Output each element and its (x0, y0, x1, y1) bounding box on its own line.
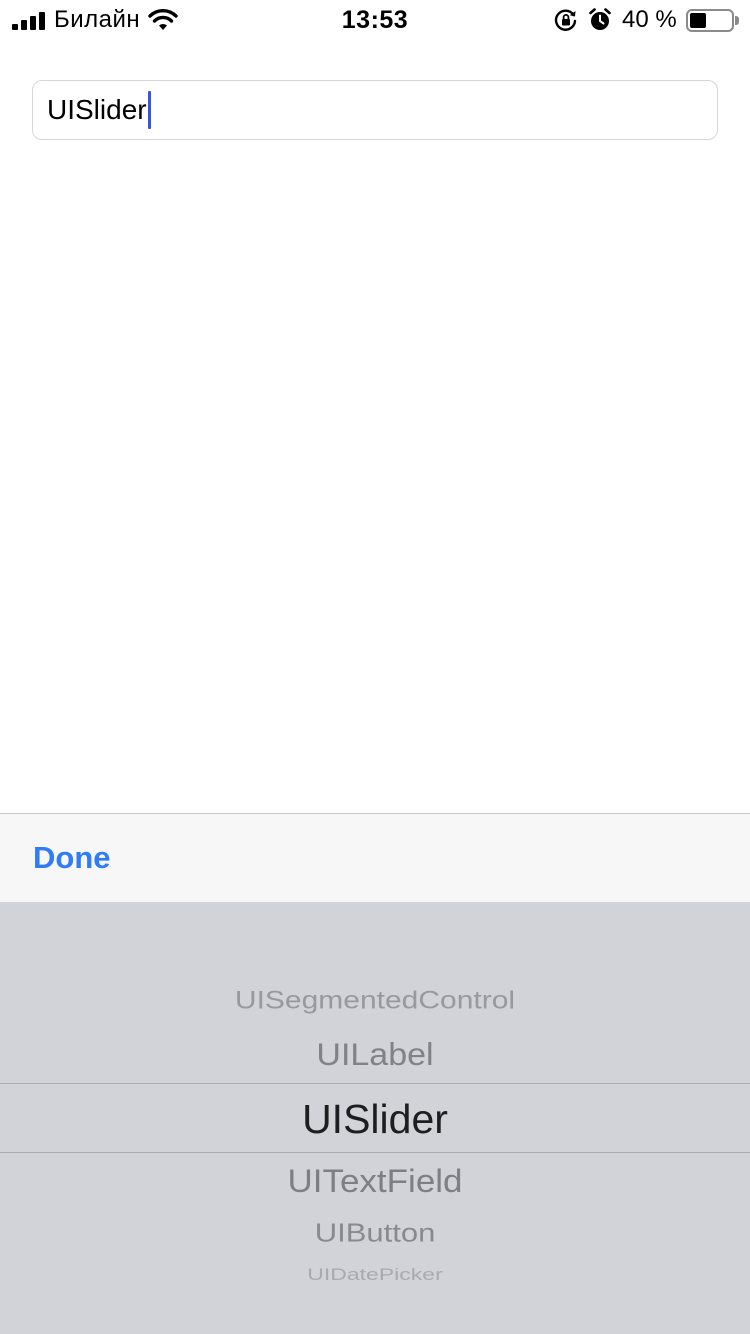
picker-option[interactable]: UILabel (0, 1037, 750, 1074)
picker-option[interactable]: UITextField (0, 1163, 750, 1202)
text-field-value: UISlider (47, 94, 147, 125)
battery-icon (686, 9, 734, 32)
selection-indicator-top (0, 1083, 750, 1084)
picker-option[interactable]: UISegmentedControl (0, 986, 750, 1016)
picker-view[interactable]: UISegmentedControl UILabel UISlider UITe… (0, 902, 750, 1334)
text-input-field[interactable]: UISlider (32, 80, 718, 140)
battery-percentage: 40 % (622, 6, 677, 33)
screen: Билайн 13:53 40 % UISlider Done UISegmen… (0, 0, 750, 1334)
text-cursor (147, 91, 151, 129)
picker-option[interactable]: UIButton (0, 1218, 750, 1249)
done-button[interactable]: Done (33, 840, 111, 876)
rotation-lock-icon (554, 9, 577, 31)
picker-option[interactable]: UIDatePicker (0, 1264, 750, 1284)
status-bar: Билайн 13:53 40 % (0, 0, 750, 40)
keyboard-toolbar: Done (0, 813, 750, 902)
picker-option-selected[interactable]: UISlider (0, 1095, 750, 1143)
battery-tip (735, 16, 739, 25)
battery-level-fill (690, 13, 706, 28)
selection-indicator-bottom (0, 1152, 750, 1153)
alarm-clock-icon (589, 8, 611, 30)
